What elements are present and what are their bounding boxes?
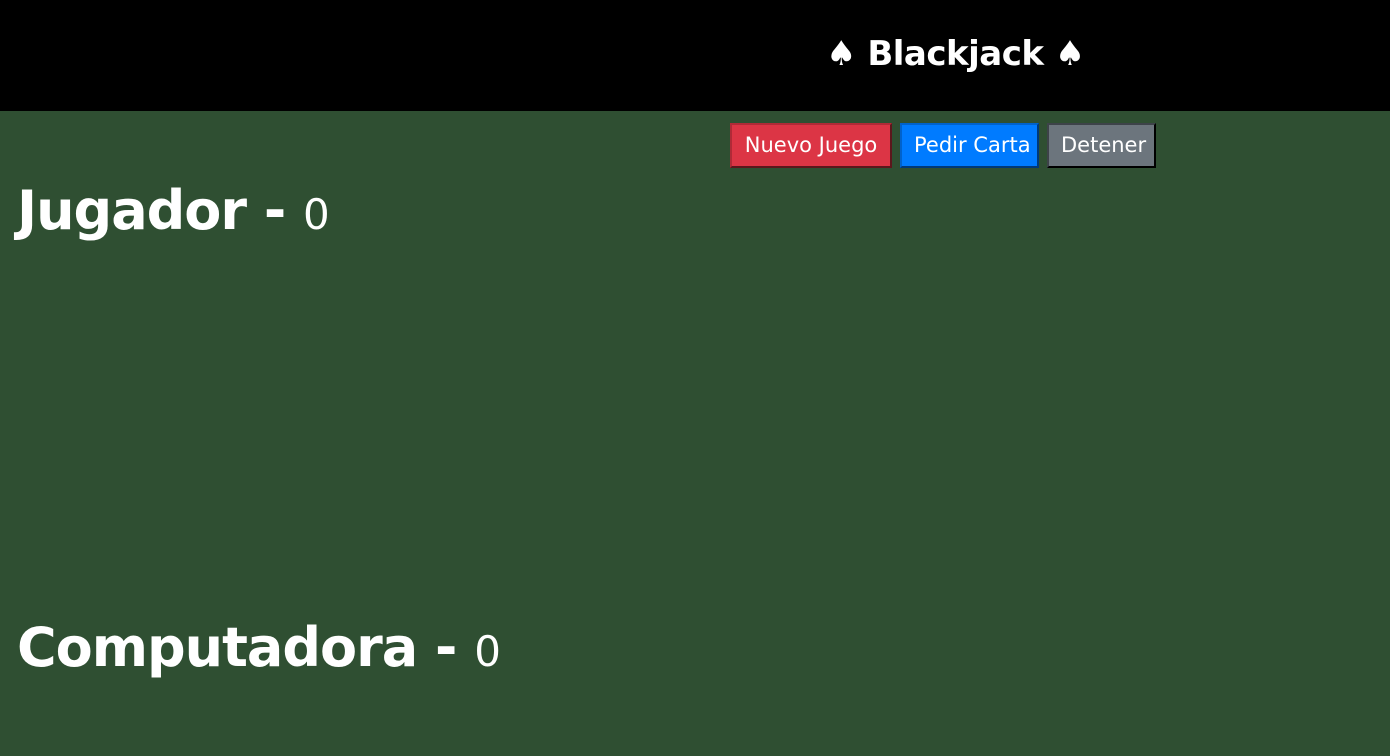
new-game-button[interactable]: Nuevo Juego [730,123,892,168]
player-heading: Jugador - 0 [17,178,330,248]
player-score: 0 [303,190,330,239]
computer-label: Computadora [17,616,418,679]
header-bar: ♠ Blackjack ♠ [0,0,1390,111]
computer-score: 0 [474,627,501,676]
computer-separator: - [417,616,475,679]
hit-button[interactable]: Pedir Carta [900,123,1039,168]
computer-heading: Computadora - 0 [17,615,501,685]
player-card-area [17,250,1217,550]
player-label: Jugador [17,179,247,242]
computer-card-area [17,690,1217,750]
game-controls: Nuevo Juego Pedir Carta Detener [730,123,1156,168]
page-title: ♠ Blackjack ♠ [826,34,1085,74]
player-separator: - [246,179,304,242]
stand-button[interactable]: Detener [1047,123,1156,168]
